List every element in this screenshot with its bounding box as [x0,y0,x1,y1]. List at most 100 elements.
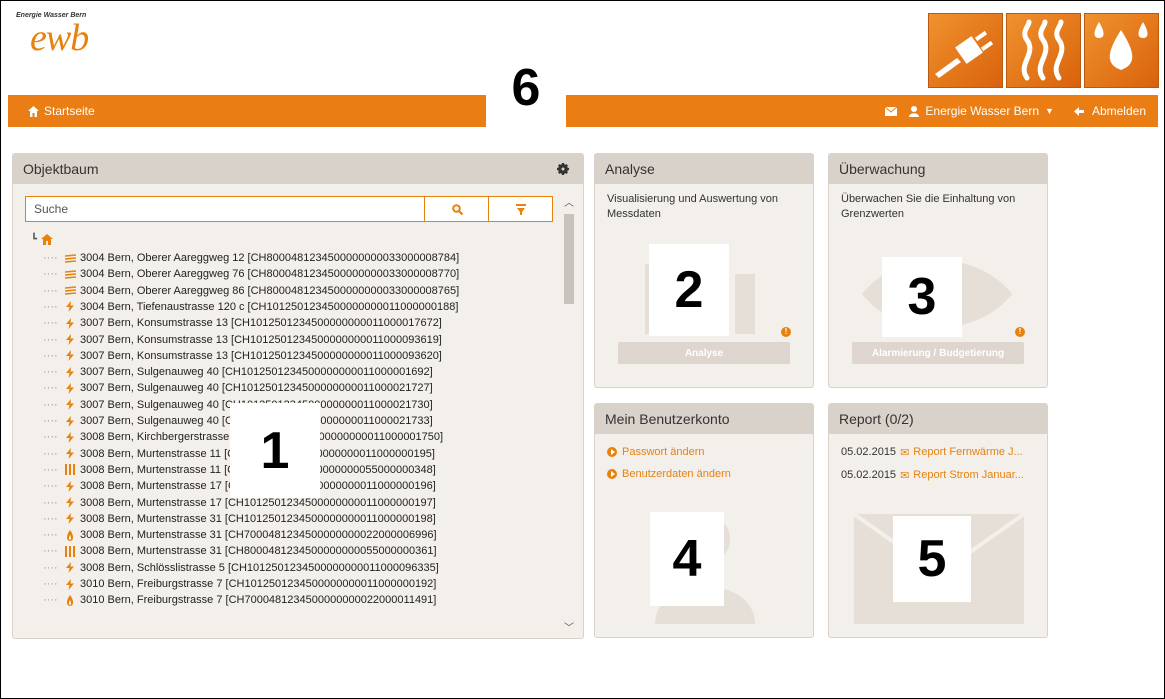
ewb-logo[interactable]: Energie Wasser Bern ewb [16,12,146,72]
tree-item-label: 3007 Bern, Sulgenauweg 40 [CH10125012345… [80,366,433,379]
tree-connector: ···· [43,594,58,607]
report-row[interactable]: 05.02.2015 ✉ Report Fernwärme J... [841,446,1035,459]
tree-item[interactable]: ···· 3008 Bern, Murtenstrasse 31 [CH70004… [27,527,437,543]
tree-item-label: 3008 Bern, Murtenstrasse 31 [CH800048123… [80,545,437,558]
tree-item[interactable]: ···· 3004 Bern, Oberer Aareggweg 86 [CH80… [27,283,459,299]
gas-icon [63,594,77,606]
tree-item-label: 3008 Bern, Schlösslistrasse 5 [CH1012501… [80,561,439,574]
water-meter-icon [63,545,77,557]
mail-icon[interactable] [885,106,898,116]
tree-item-label: 3010 Bern, Freiburgstrasse 7 [CH10125012… [80,578,437,590]
tree-connector: ···· [43,349,58,362]
tree-connector: ···· [43,480,58,493]
analyse-header: Analyse [595,154,813,184]
tree-item[interactable]: ···· 3007 Bern, Sulgenauweg 40 [CH1012501… [27,380,433,396]
water-meter-icon [63,464,77,476]
arrow-circle-icon [607,447,617,457]
tree-item-label: 3008 Bern, Murtenstrasse 17 [CH101250123… [80,496,436,509]
report-link[interactable]: Report Fernwärme J... [913,446,1022,459]
tree-connector: ···· [43,333,58,346]
arrow-circle-icon [607,469,617,479]
water-tile[interactable] [1084,13,1159,88]
annotation-label-2: 2 [649,244,729,336]
search-input[interactable] [26,197,440,221]
scroll-down-icon[interactable]: ﹀ [564,619,574,634]
report-header: Report (0/2) [829,404,1047,434]
tree-item-label: 3007 Bern, Konsumstrasse 13 [CH101250123… [80,349,442,362]
main-navbar: Startseite Energie Wasser Bern ▼ Abmelde… [8,95,1158,127]
search-button[interactable] [424,197,489,221]
power-icon [63,562,77,574]
user-icon [909,105,920,117]
analyse-button[interactable]: Analyse [618,342,790,364]
logout-link[interactable]: Abmelden [1092,104,1146,118]
annotation-label-6: 6 [486,48,566,128]
tree-connector-icon: ┗ [31,234,38,245]
power-icon [63,497,77,508]
report-row[interactable]: 05.02.2015 ✉ Report Strom Januar... [841,469,1035,482]
analyse-title: Analyse [605,161,655,177]
heat-icon [63,286,77,295]
envelope-icon: ✉ [900,447,910,459]
gear-icon[interactable] [557,163,569,175]
tree-item[interactable]: ···· 3008 Bern, Murtenstrasse 31 [CH10125… [27,511,436,527]
tree-root[interactable]: ┗ [31,234,54,245]
tree-item[interactable]: ···· 3008 Bern, Murtenstrasse 31 [CH80004… [27,543,437,559]
tree-item[interactable]: ···· 3007 Bern, Konsumstrasse 13 [CH10125… [27,332,442,348]
power-icon [63,431,77,443]
scroll-thumb[interactable] [564,214,574,304]
konto-title: Mein Benutzerkonto [605,411,730,427]
report-link[interactable]: Report Strom Januar... [913,469,1024,482]
tree-item[interactable]: ···· 3008 Bern, Schlösslistrasse 5 [CH101… [27,560,439,576]
power-icon [63,317,77,329]
tree-connector: ···· [43,447,58,460]
warning-icon: ! [781,327,791,337]
filter-button[interactable] [488,197,553,221]
power-icon [63,399,77,411]
panel-header: Objektbaum [13,154,583,184]
tree-item[interactable]: ···· 3010 Bern, Freiburgstrasse 7 [CH1012… [27,576,436,592]
tree-connector: ···· [43,463,58,476]
userdata-change-link[interactable]: Benutzerdaten ändern [607,468,801,480]
tree-item[interactable]: ···· 3004 Bern, Tiefenaustrasse 120 c [CH… [27,299,458,315]
tree-connector: ···· [43,496,58,509]
tree-scrollbar[interactable]: ︿ ﹀ [563,194,575,634]
tree-connector: ···· [43,398,58,411]
password-change-link[interactable]: Passwort ändern [607,446,801,458]
power-icon [63,301,77,313]
tree-item[interactable]: ···· 3007 Bern, Konsumstrasse 13 [CH10125… [27,348,442,364]
link-label: Benutzerdaten ändern [622,468,731,480]
electricity-tile[interactable] [928,13,1003,88]
search-bar [25,196,553,222]
warning-icon: ! [1015,327,1025,337]
tree-item[interactable]: ···· 3004 Bern, Oberer Aareggweg 76 [CH80… [27,266,459,282]
tree-item-label: 3004 Bern, Oberer Aareggweg 12 [CH800048… [80,252,460,264]
report-date: 05.02.2015 [841,446,897,458]
tree-item[interactable]: ···· 3007 Bern, Konsumstrasse 13 [CH10125… [27,315,442,331]
objektbaum-panel: Objektbaum ┗ ···· 3004 Bern, Oberer Aareg… [12,153,584,639]
tree-connector: ···· [43,317,58,330]
tree-item[interactable]: ···· 3010 Bern, Freiburgstrasse 7 [CH7000… [27,592,436,608]
nav-user-menu[interactable]: Energie Wasser Bern [925,104,1039,118]
power-icon [63,480,77,492]
heat-waves-icon [1021,19,1065,81]
tree-item-label: 3004 Bern, Tiefenaustrasse 120 c [CH1012… [80,300,459,313]
tree-item-label: 3008 Bern, Murtenstrasse 31 [CH101250123… [80,512,436,525]
power-icon [63,334,77,345]
tree-item-label: 3008 Bern, Murtenstrasse 31 [CH700048123… [80,529,437,542]
tree-connector: ···· [43,415,58,427]
annotation-label-1: 1 [230,403,320,498]
tree-item[interactable]: ···· 3004 Bern, Oberer Aareggweg 12 [CH80… [27,250,459,266]
power-icon [63,513,77,525]
tree-connector: ···· [43,529,58,542]
alarmierung-button[interactable]: Alarmierung / Budgetierung [852,342,1024,364]
tree-connector: ···· [43,300,58,313]
power-icon [63,382,77,394]
power-icon [63,366,77,378]
nav-home[interactable]: Startseite [28,104,95,118]
link-label: Passwort ändern [622,446,705,458]
heat-icon [63,253,77,263]
heat-tile[interactable] [1006,13,1081,88]
tree-item[interactable]: ···· 3007 Bern, Sulgenauweg 40 [CH1012501… [27,364,433,380]
scroll-up-icon[interactable]: ︿ [564,194,574,209]
